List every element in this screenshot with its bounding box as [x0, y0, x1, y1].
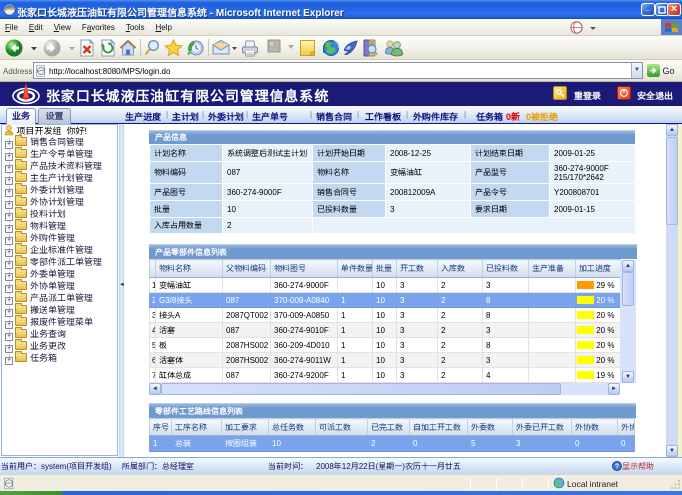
svg-text:?: ? [615, 464, 619, 471]
